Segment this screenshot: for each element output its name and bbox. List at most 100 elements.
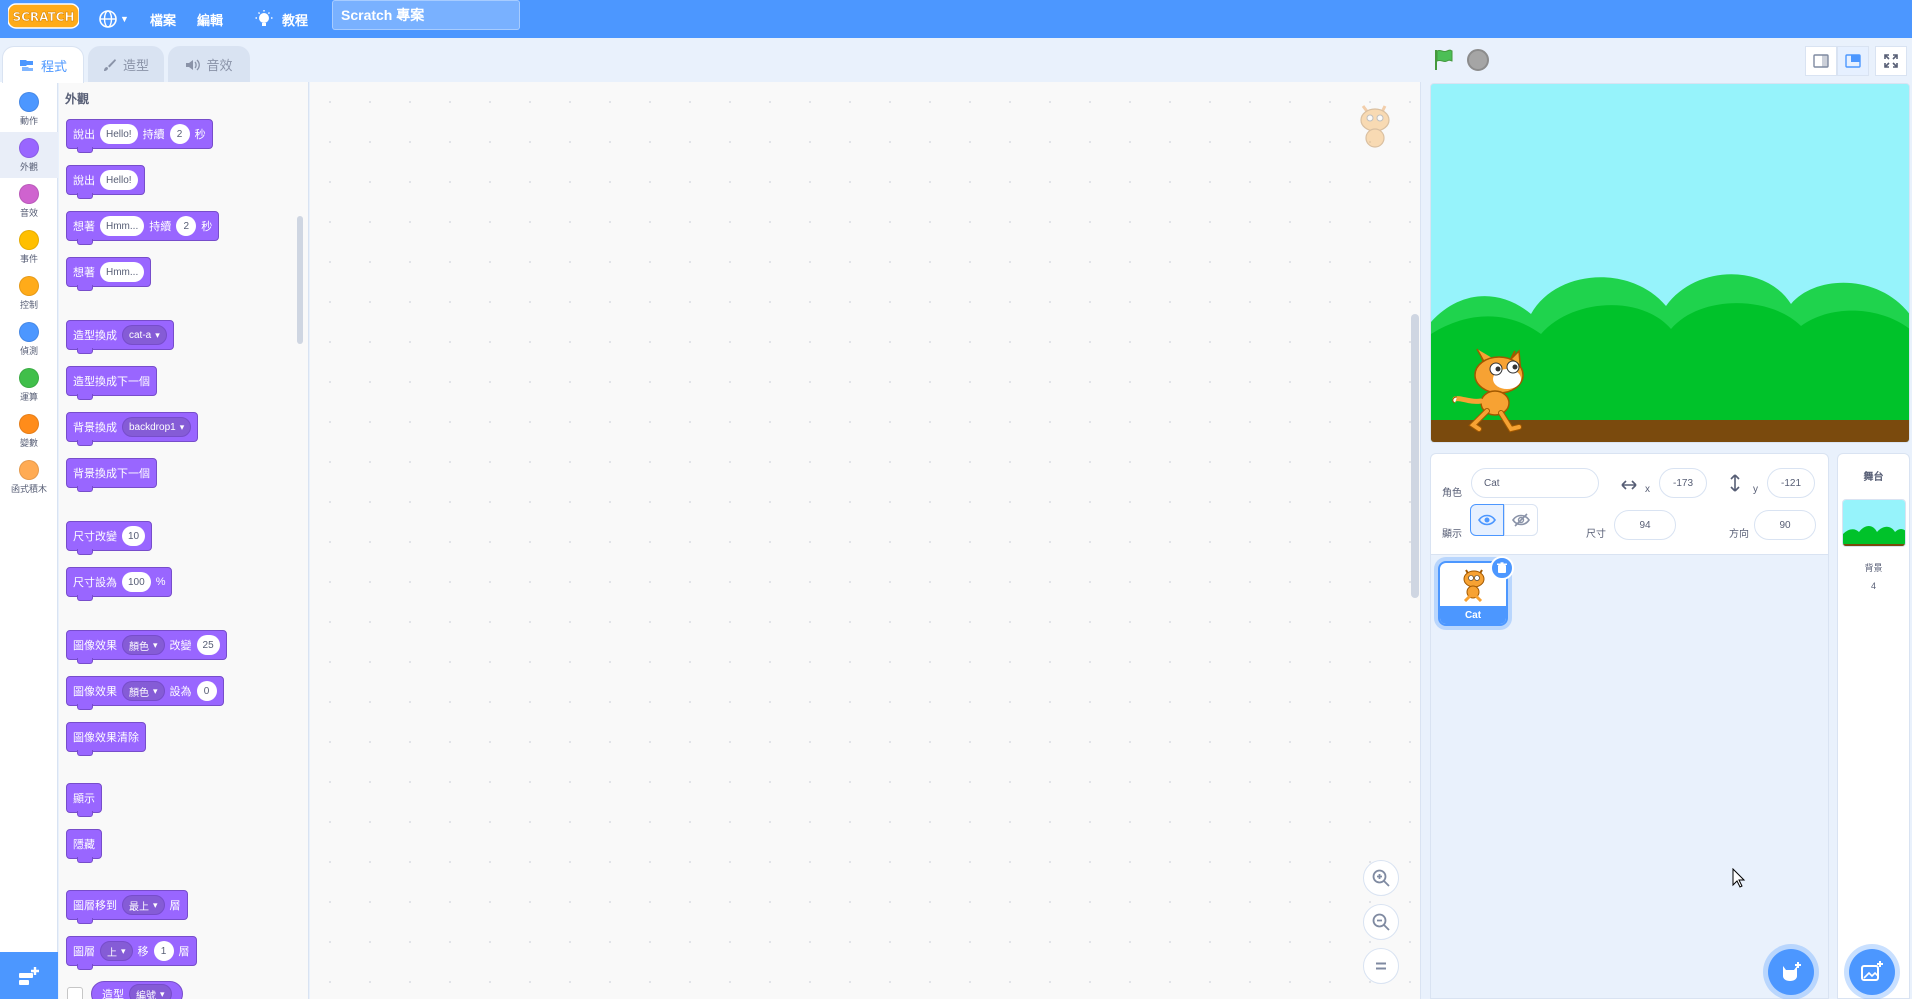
- language-menu-button[interactable]: ▼: [98, 0, 134, 38]
- category-label: 函式積木: [10, 483, 47, 494]
- category-sensing[interactable]: 偵測: [0, 316, 58, 362]
- zoom-reset-button[interactable]: [1363, 948, 1399, 984]
- hide-sprite-button[interactable]: [1504, 504, 1538, 536]
- block-input[interactable]: 100: [122, 572, 151, 592]
- category-looks[interactable]: 外觀: [0, 132, 58, 178]
- sprite-name-input[interactable]: Cat: [1471, 468, 1599, 498]
- x-position-input[interactable]: -173: [1659, 468, 1707, 498]
- block-input[interactable]: 2: [176, 216, 197, 236]
- block-next-backdrop[interactable]: 背景換成下一個: [66, 458, 157, 492]
- green-flag-icon[interactable]: [1432, 48, 1456, 72]
- zoom-in-button[interactable]: [1363, 860, 1399, 896]
- costume-property-dropdown[interactable]: 編號: [129, 984, 172, 999]
- lightbulb-icon: [255, 10, 273, 26]
- y-position-input[interactable]: -121: [1767, 468, 1815, 498]
- block-change-effect[interactable]: 圖像效果 顏色 改變 25: [66, 630, 227, 664]
- delete-sprite-button[interactable]: [1490, 556, 1514, 580]
- file-menu[interactable]: 檔案: [150, 0, 176, 38]
- costume-dropdown[interactable]: cat-a: [122, 325, 167, 345]
- effect-dropdown[interactable]: 顏色: [122, 635, 165, 655]
- category-events-dot: [19, 229, 39, 250]
- block-input[interactable]: Hmm...: [100, 262, 145, 282]
- block-text: 造型: [102, 989, 124, 999]
- block-text: 圖層移到: [73, 900, 117, 912]
- effect-dropdown[interactable]: 顏色: [122, 681, 165, 701]
- zoom-out-button[interactable]: [1363, 904, 1399, 940]
- category-variables[interactable]: 變數: [0, 408, 58, 454]
- layer-dropdown[interactable]: 最上: [122, 895, 165, 915]
- fullscreen-button[interactable]: [1875, 46, 1907, 76]
- project-title-input[interactable]: Scratch 專案: [332, 0, 520, 30]
- show-sprite-button[interactable]: [1470, 504, 1504, 536]
- category-motion[interactable]: 動作: [0, 86, 58, 132]
- block-go-to-layer[interactable]: 圖層移到 最上 層: [66, 890, 188, 924]
- block-text: 造型換成下一個: [73, 376, 150, 388]
- small-stage-icon: [1813, 54, 1829, 68]
- backdrop-dropdown[interactable]: backdrop1: [122, 417, 192, 437]
- backdrops-count: 4: [1870, 581, 1876, 591]
- script-workspace[interactable]: [310, 82, 1421, 999]
- cat-sprite[interactable]: [1451, 339, 1543, 435]
- block-next-costume[interactable]: 造型換成下一個: [66, 366, 157, 400]
- block-text: 秒: [201, 221, 213, 233]
- category-control[interactable]: 控制: [0, 270, 58, 316]
- tab-sounds[interactable]: 音效: [168, 46, 250, 82]
- category-my-blocks[interactable]: 函式積木: [0, 454, 58, 500]
- choose-sprite-button[interactable]: [1768, 949, 1814, 995]
- stage-selector[interactable]: 舞台 背景 4: [1837, 453, 1910, 999]
- direction-input[interactable]: 90: [1754, 510, 1816, 540]
- block-set-size[interactable]: 尺寸設為 100 %: [66, 567, 173, 601]
- category-label: 動作: [19, 115, 38, 126]
- backdrops-label: 背景: [1864, 563, 1883, 573]
- add-extension-button[interactable]: [0, 952, 58, 999]
- block-think[interactable]: 想著 Hmm...: [66, 257, 152, 291]
- tab-code[interactable]: 程式: [2, 46, 84, 83]
- block-input[interactable]: 2: [169, 124, 190, 144]
- workspace-scrollbar[interactable]: [1411, 314, 1419, 598]
- block-text: 圖像效果: [73, 686, 117, 698]
- block-set-effect[interactable]: 圖像效果 顏色 設為 0: [66, 676, 224, 710]
- block-text: 尺寸改變: [73, 531, 117, 543]
- block-text: 設為: [169, 686, 192, 698]
- block-input[interactable]: 0: [196, 681, 217, 701]
- size-input[interactable]: 94: [1614, 510, 1676, 540]
- reporter-checkbox[interactable]: [67, 987, 83, 999]
- scratch-logo[interactable]: SCRATCH: [8, 3, 79, 29]
- category-sound[interactable]: 音效: [0, 178, 58, 224]
- block-input[interactable]: 1: [153, 941, 174, 961]
- brush-icon: [103, 58, 116, 71]
- tab-costumes[interactable]: 造型: [88, 46, 164, 82]
- block-show[interactable]: 顯示: [66, 783, 102, 817]
- block-clear-effects[interactable]: 圖像效果清除: [66, 722, 146, 756]
- stage-selector-title: 舞台: [1863, 472, 1884, 483]
- block-input[interactable]: Hmm...: [100, 216, 145, 236]
- block-input[interactable]: 25: [196, 635, 220, 655]
- block-switch-costume[interactable]: 造型換成 cat-a: [66, 320, 174, 354]
- cat-thumbnail-image: [1463, 569, 1485, 602]
- direction-dropdown[interactable]: 上: [100, 941, 133, 961]
- block-input[interactable]: 10: [122, 526, 146, 546]
- large-stage-button[interactable]: [1837, 46, 1869, 76]
- block-input[interactable]: Hello!: [100, 170, 138, 190]
- small-stage-button[interactable]: [1805, 46, 1837, 76]
- category-events[interactable]: 事件: [0, 224, 58, 270]
- tutorials-button[interactable]: 教程: [254, 0, 308, 38]
- choose-backdrop-button[interactable]: [1849, 949, 1895, 995]
- block-go-layers[interactable]: 圖層 上 移 1 層: [66, 936, 197, 970]
- stop-icon[interactable]: [1467, 49, 1489, 71]
- code-icon: [19, 60, 33, 71]
- block-text: 持續: [149, 221, 172, 233]
- block-think-for-secs[interactable]: 想著 Hmm... 持續 2 秒: [66, 211, 220, 245]
- cat-add-icon: [1783, 962, 1801, 981]
- edit-menu[interactable]: 編輯: [197, 0, 223, 38]
- block-hide[interactable]: 隱藏: [66, 829, 102, 863]
- category-operators[interactable]: 運算: [0, 362, 58, 408]
- block-input[interactable]: Hello!: [100, 124, 138, 144]
- block-say-for-secs[interactable]: 說出 Hello! 持續 2 秒: [66, 119, 213, 153]
- block-change-size[interactable]: 尺寸改變 10: [66, 521, 153, 555]
- block-costume-reporter[interactable]: 造型 編號: [91, 981, 183, 999]
- block-say[interactable]: 說出 Hello!: [66, 165, 145, 199]
- palette-scrollbar[interactable]: [297, 216, 303, 344]
- block-switch-backdrop[interactable]: 背景換成 backdrop1: [66, 412, 199, 446]
- stage[interactable]: [1430, 83, 1910, 443]
